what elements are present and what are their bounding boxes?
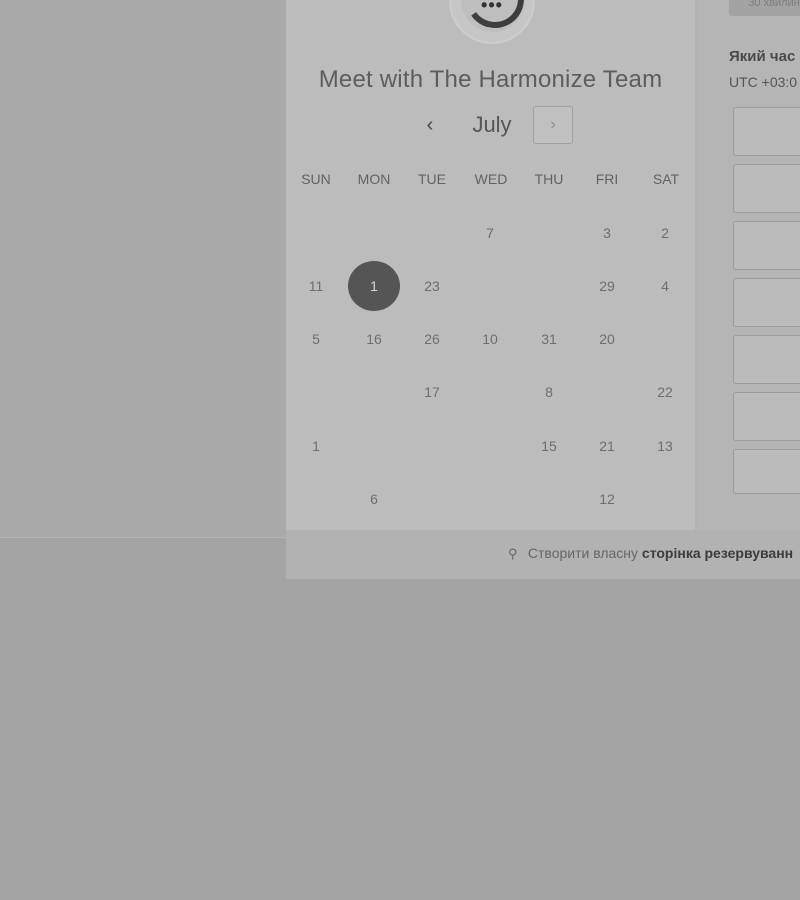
weekday-wed: WED xyxy=(474,171,508,187)
sprocket-icon: ⚲ xyxy=(508,546,518,561)
time-slot-button[interactable] xyxy=(733,164,800,213)
weekday-mon: MON xyxy=(357,171,391,187)
calendar-day[interactable]: 21 xyxy=(582,421,632,471)
duration-button[interactable]: 30 хвилин xyxy=(729,0,800,16)
calendar-day-selected[interactable]: 1 xyxy=(348,261,400,311)
time-slot-button[interactable] xyxy=(733,392,800,441)
calendar-day[interactable]: 31 xyxy=(524,314,574,364)
calendar-day[interactable]: 1 xyxy=(291,421,341,471)
prev-month-button[interactable]: ‹ xyxy=(416,110,444,140)
time-slot-button[interactable] xyxy=(733,278,800,327)
calendar-day[interactable]: 26 xyxy=(407,314,457,364)
calendar-day[interactable]: 29 xyxy=(582,261,632,311)
chevron-left-icon: ‹ xyxy=(426,114,434,136)
time-slot-button[interactable] xyxy=(733,449,800,494)
calendar-day[interactable]: 4 xyxy=(640,261,690,311)
calendar-day[interactable]: 8 xyxy=(524,367,574,417)
weekday-header: SUN MON TUE WED THU FRI SAT xyxy=(287,171,695,191)
calendar-day[interactable]: 16 xyxy=(349,314,399,364)
ellipsis-icon: ••• xyxy=(481,0,503,15)
calendar-day[interactable]: 7 xyxy=(465,208,515,258)
footer-link[interactable]: ⚲ Створити власну сторінка резервуванн xyxy=(508,545,800,562)
calendar-day[interactable]: 15 xyxy=(524,421,574,471)
weekday-tue: TUE xyxy=(418,171,446,187)
time-slot-button[interactable] xyxy=(733,107,800,156)
time-slot-button[interactable] xyxy=(733,221,800,270)
weekday-thu: THU xyxy=(534,171,564,187)
calendar-day[interactable]: 10 xyxy=(465,314,515,364)
calendar-day[interactable]: 5 xyxy=(291,314,341,364)
calendar-day[interactable]: 17 xyxy=(407,367,457,417)
weekday-sat: SAT xyxy=(652,171,680,187)
meeting-title: Meet with The Harmonize Team xyxy=(318,66,663,93)
calendar-day[interactable]: 13 xyxy=(640,421,690,471)
month-label: July xyxy=(472,112,512,137)
calendar-day[interactable]: 20 xyxy=(582,314,632,364)
calendar-day[interactable]: 2 xyxy=(640,208,690,258)
calendar-day[interactable]: 3 xyxy=(582,208,632,258)
chevron-right-icon: › xyxy=(550,116,556,133)
footer-bold-text: сторінка резервуванн xyxy=(641,545,794,561)
footer-text: Створити власну xyxy=(527,545,639,561)
time-slot-button[interactable] xyxy=(733,335,800,384)
calendar-day[interactable]: 23 xyxy=(407,261,457,311)
next-month-button[interactable]: › xyxy=(533,106,573,144)
weekday-fri: FRI xyxy=(595,171,619,187)
calendar-day[interactable]: 22 xyxy=(640,367,690,417)
weekday-sun: SUN xyxy=(301,171,331,187)
calendar-day[interactable]: 6 xyxy=(349,474,399,524)
calendar-day[interactable]: 11 xyxy=(291,261,341,311)
calendar-day[interactable]: 12 xyxy=(582,474,632,524)
timezone-label[interactable]: UTC +03:0 xyxy=(729,74,797,90)
time-question: Який час xyxy=(729,48,796,65)
